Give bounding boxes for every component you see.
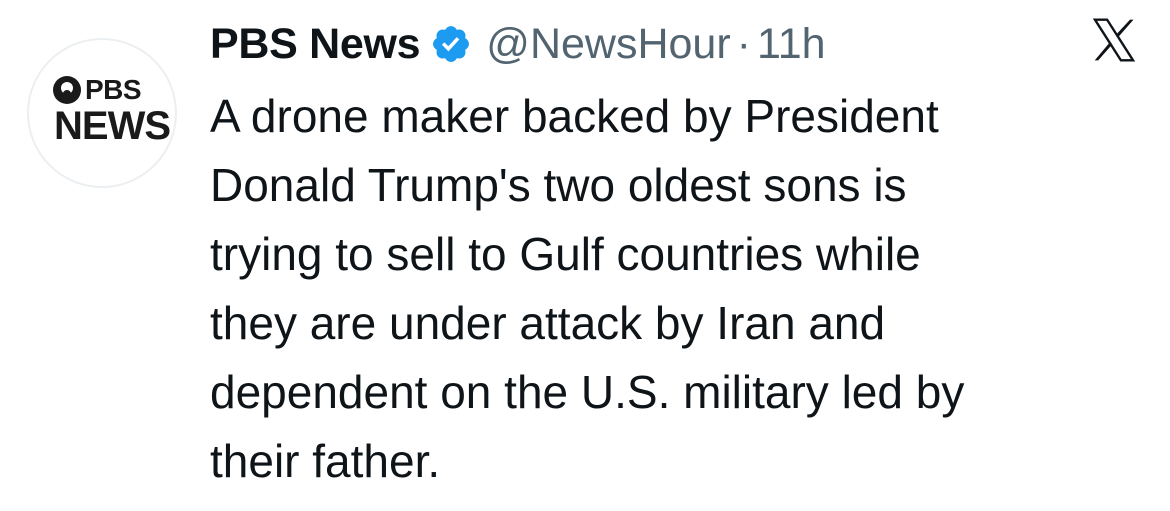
handle[interactable]: @NewsHour: [486, 20, 730, 69]
tweet-text-line: their father.: [210, 435, 441, 487]
separator-dot: ·: [736, 19, 751, 68]
tweet-text-line: dependent on the U.S. military led by: [210, 366, 965, 418]
tweet-text: A drone maker backed by President Donald…: [210, 82, 1140, 496]
verified-badge-icon: [433, 26, 470, 62]
tweet-text-line: they are under attack by Iran and: [210, 297, 886, 349]
avatar-logo-line2: NEWS: [54, 104, 171, 148]
avatar[interactable]: PBS NEWS: [27, 38, 177, 188]
x-logo-icon[interactable]: [1088, 14, 1140, 66]
display-name[interactable]: PBS News: [210, 20, 421, 69]
avatar-logo-line1: PBS: [84, 74, 142, 105]
tweet-text-line: trying to sell to Gulf countries while: [210, 228, 921, 280]
tweet-header: PBS News @NewsHour · 11h: [210, 16, 826, 72]
pbs-head-logo-icon: [52, 76, 81, 104]
tweet-text-line: A drone maker backed by President: [210, 90, 939, 142]
timestamp[interactable]: 11h: [757, 20, 826, 69]
avatar-logo-row: PBS: [52, 74, 142, 106]
tweet-text-line: Donald Trump's two oldest sons is: [210, 159, 907, 211]
tweet-card[interactable]: PBS NEWS PBS News @NewsHour · 11h A dron…: [0, 0, 1170, 511]
